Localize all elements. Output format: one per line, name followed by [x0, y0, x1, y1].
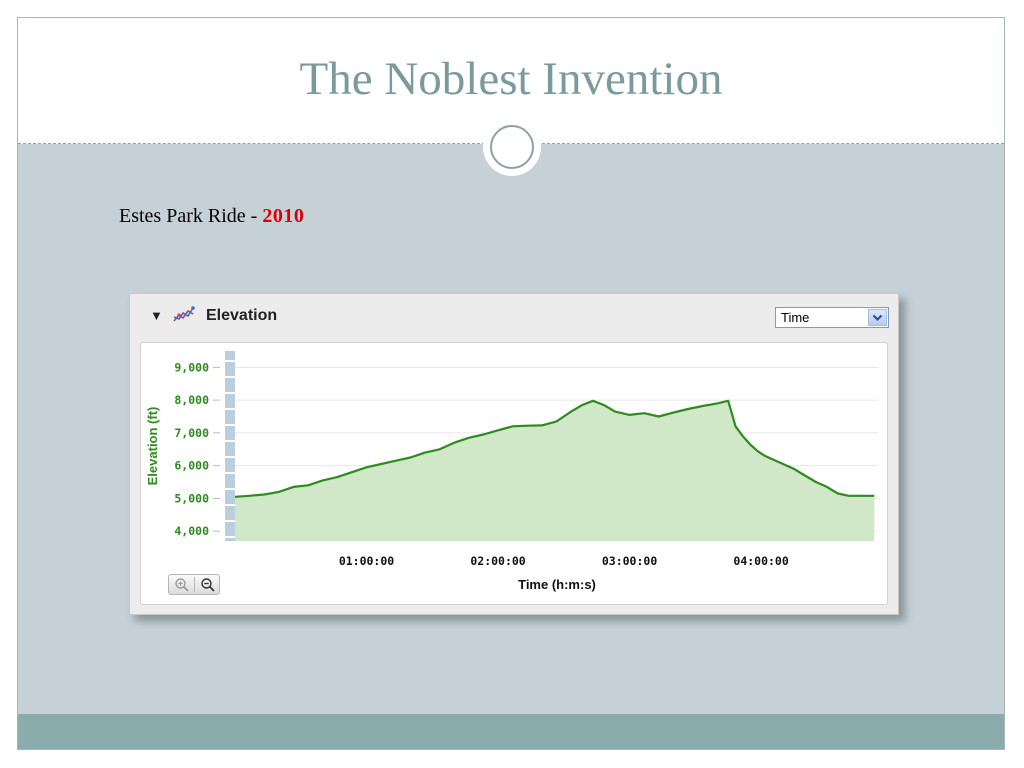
plot-panel: 4,000 5,000 6,000 7,000 8,000 9,000 01:00:00 02… — [140, 342, 888, 605]
select-value: Time — [781, 310, 810, 325]
subtitle-text: Estes Park Ride - — [119, 205, 263, 227]
y-tick-label: 7,000 — [174, 426, 209, 440]
y-tick-label: 6,000 — [174, 459, 209, 473]
subtitle-year: 2010 — [262, 205, 305, 227]
slide-title: The Noblest Invention — [299, 53, 723, 105]
x-tick-label: 01:00:00 — [339, 554, 394, 568]
x-tick-label: 04:00:00 — [733, 554, 788, 568]
slide: The Noblest Invention Estes Park Ride - … — [17, 17, 1005, 750]
collapse-triangle-icon[interactable]: ▼ — [150, 308, 163, 323]
y-tick-label: 5,000 — [174, 491, 209, 505]
y-tick-label: 4,000 — [174, 524, 209, 538]
dropdown-chevron-icon[interactable] — [868, 309, 887, 326]
slide-subtitle: Estes Park Ride - 2010 — [119, 205, 304, 228]
elevation-widget: ▼ Elevation Time 4,000 5,000 6,000 7,000 8,0… — [129, 293, 899, 615]
zoom-out-icon[interactable] — [200, 577, 216, 593]
widget-title: Elevation — [206, 307, 278, 324]
zoom-in-icon[interactable] — [174, 577, 190, 593]
y-tick-label: 9,000 — [174, 360, 209, 374]
y-axis-band — [225, 351, 235, 541]
x-tick-label: 02:00:00 — [470, 554, 525, 568]
footer-bar — [18, 714, 1004, 749]
x-axis-label: Time (h:m:s) — [518, 577, 596, 592]
divider-circle-ring — [490, 125, 534, 169]
x-tick-label: 03:00:00 — [602, 554, 657, 568]
x-axis-mode-select[interactable]: Time — [775, 307, 889, 328]
zoom-separator — [194, 577, 195, 592]
elevation-chart-icon — [173, 306, 195, 322]
y-tick-label: 8,000 — [174, 393, 209, 407]
zoom-controls — [168, 574, 220, 595]
elevation-chart: 4,000 5,000 6,000 7,000 8,000 9,000 01:00:00 02… — [145, 351, 878, 592]
y-axis-label: Elevation (ft) — [145, 407, 160, 486]
